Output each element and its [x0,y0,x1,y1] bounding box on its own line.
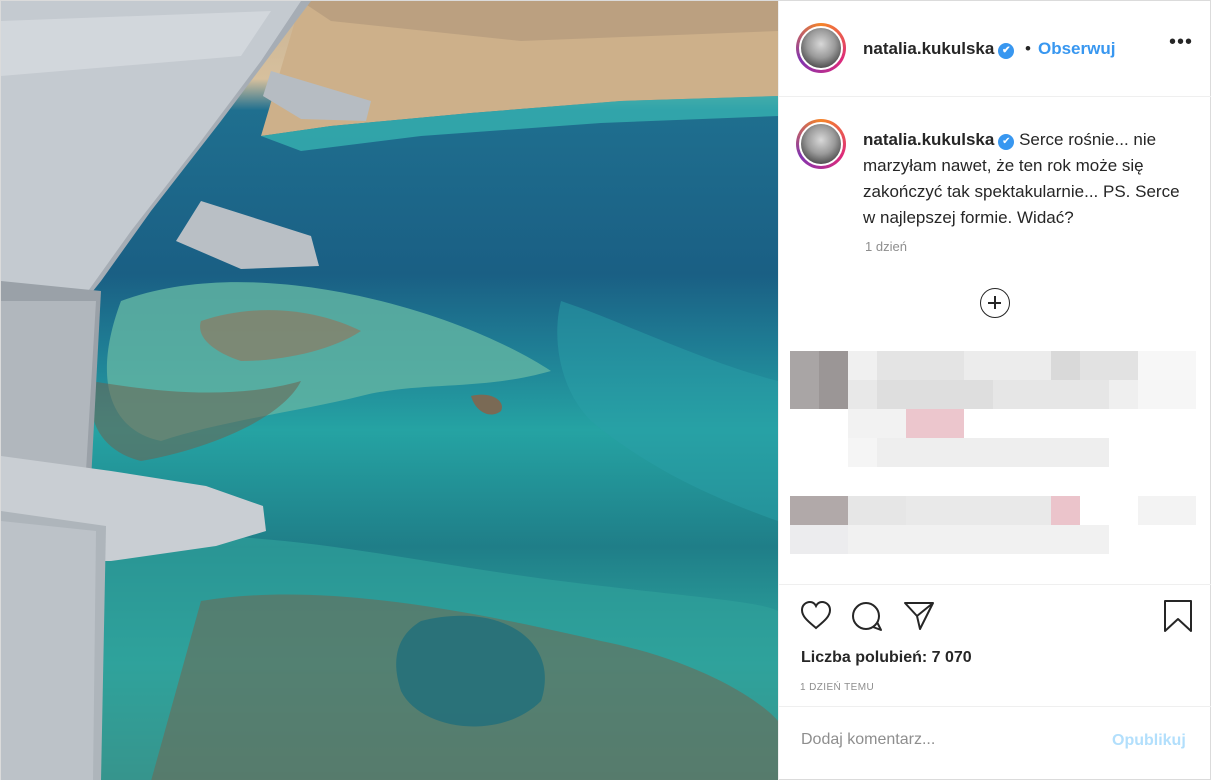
avatar[interactable] [796,23,846,73]
more-options-icon[interactable]: ••• [1169,31,1193,54]
follow-button[interactable]: Obserwuj [1038,39,1115,59]
blurred-comments [790,351,1196,554]
verified-badge-icon: ✔ [998,43,1015,59]
instagram-post: natalia.kukulska ✔ • Obserwuj ••• natalia… [0,0,1211,780]
avatar-image [799,26,843,70]
likes-count[interactable]: Liczba polubień: 7 070 [801,649,972,667]
caption-username[interactable]: natalia.kukulska [863,130,994,149]
header-username-text[interactable]: natalia.kukulska [863,39,994,58]
post-photo[interactable] [1,1,778,780]
publish-button[interactable]: Opublikuj [1112,732,1186,750]
post-date[interactable]: 1 DZIEŃ TEMU [800,682,874,693]
caption-avatar[interactable] [796,119,846,169]
caption-time[interactable]: 1 dzień [865,239,907,254]
comment-icon[interactable] [850,599,884,633]
header-username[interactable]: natalia.kukulska ✔ [863,39,1015,59]
load-more-comments-icon[interactable] [980,288,1010,318]
share-icon[interactable] [902,599,936,631]
comment-bar: Opublikuj [779,706,1211,780]
caption-avatar-image [799,122,843,166]
comment-input[interactable] [801,731,1091,749]
header-separator: • [1025,39,1031,58]
verified-badge-icon: ✔ [998,134,1015,150]
post-header: natalia.kukulska ✔ • Obserwuj ••• [779,1,1211,97]
aerial-wing-image [1,1,778,780]
bookmark-icon[interactable] [1162,599,1194,633]
caption: natalia.kukulska ✔ Serce rośnie... nie ma… [863,127,1183,231]
heart-icon[interactable] [799,599,833,631]
post-side-panel: natalia.kukulska ✔ • Obserwuj ••• natalia… [778,1,1211,780]
